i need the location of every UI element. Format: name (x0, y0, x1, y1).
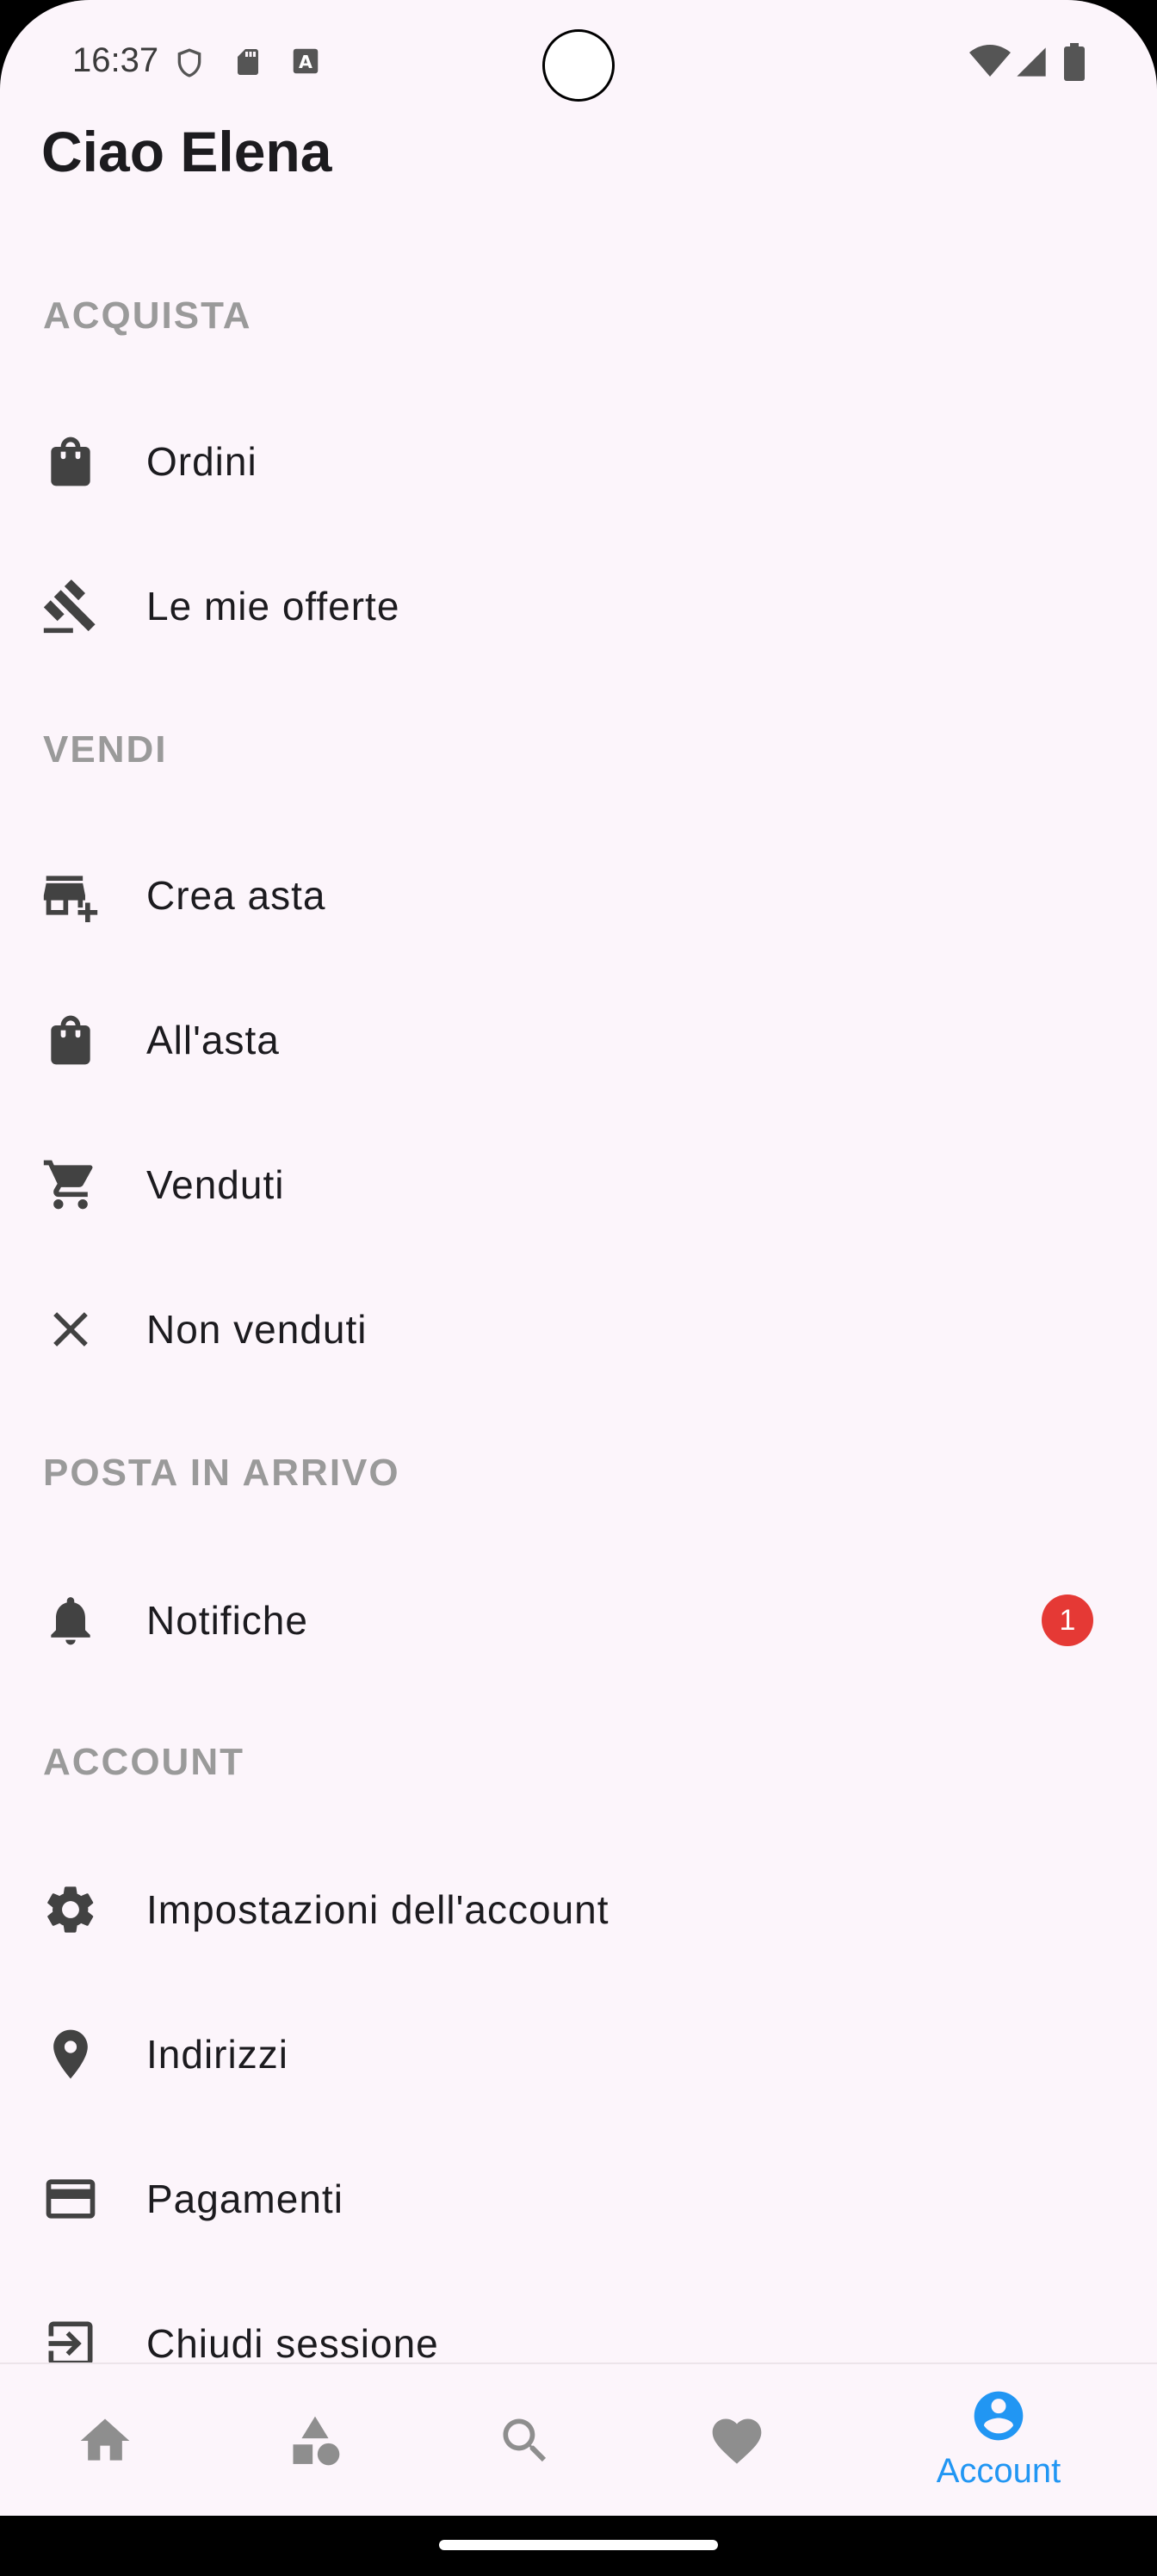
section-title-sell: VENDI (43, 728, 168, 771)
menu-item-label: Pagamenti (146, 2177, 343, 2221)
menu-item-label: Crea asta (146, 873, 326, 918)
nav-home[interactable] (28, 2364, 183, 2517)
menu-item-label: Non venduti (146, 1307, 368, 1352)
menu-item-label: Le mie offerte (146, 584, 400, 629)
nav-favorites[interactable] (659, 2364, 814, 2517)
menu-item-label: Impostazioni dell'account (146, 1887, 609, 1932)
menu-item-label: Venduti (146, 1162, 285, 1207)
menu-item-label: Indirizzi (146, 2032, 288, 2077)
bottom-navigation: Account (0, 2362, 1157, 2516)
close-icon (41, 1300, 100, 1359)
gesture-handle[interactable] (439, 2540, 718, 2550)
gear-icon (41, 1880, 100, 1939)
gavel-icon (41, 577, 100, 635)
menu-item-orders[interactable]: Ordini (0, 389, 1157, 534)
categories-icon (286, 2412, 344, 2470)
search-icon (496, 2412, 554, 2470)
section-title-inbox: POSTA IN ARRIVO (43, 1452, 400, 1494)
menu-item-unsold[interactable]: Non venduti (0, 1257, 1157, 1402)
app-screen: 16:37 A Ciao Elena ACQUISTA Ordini Le mi… (0, 0, 1157, 2576)
menu-item-label: Notifiche (146, 1598, 308, 1643)
menu-item-sold[interactable]: Venduti (0, 1112, 1157, 1257)
menu-item-label: Chiudi sessione (146, 2321, 439, 2366)
section-title-account: ACCOUNT (43, 1741, 244, 1783)
menu-item-payments[interactable]: Pagamenti (0, 2127, 1157, 2271)
menu-item-notifications[interactable]: Notifiche 1 (0, 1548, 1157, 1693)
keyboard-a-icon: A (289, 45, 322, 82)
location-pin-icon (41, 2025, 100, 2084)
svg-text:A: A (299, 52, 312, 72)
notification-count-badge: 1 (1042, 1595, 1093, 1646)
menu-item-label: All'asta (146, 1018, 280, 1062)
battery-icon (1064, 43, 1085, 85)
nav-search[interactable] (448, 2364, 603, 2517)
menu-item-addresses[interactable]: Indirizzi (0, 1982, 1157, 2127)
heart-icon (708, 2412, 766, 2470)
status-bar: 16:37 A (0, 0, 1157, 129)
shopping-bag-icon (41, 1011, 100, 1069)
home-icon (76, 2412, 134, 2470)
shield-icon (172, 45, 207, 85)
section-title-buy: ACQUISTA (43, 294, 252, 337)
menu-item-create-auction[interactable]: Crea asta (0, 823, 1157, 968)
camera-cutout (542, 29, 615, 102)
menu-item-account-settings[interactable]: Impostazioni dell'account (0, 1837, 1157, 1982)
wifi-icon (969, 43, 1011, 84)
nav-account-label: Account (936, 2452, 1061, 2490)
cellular-signal-icon (1014, 45, 1049, 84)
account-circle-icon (969, 2387, 1028, 2445)
nav-categories[interactable] (238, 2364, 393, 2517)
page-title: Ciao Elena (41, 120, 332, 183)
menu-item-label: Ordini (146, 439, 257, 484)
add-business-icon (41, 866, 100, 925)
status-time: 16:37 (72, 41, 159, 79)
sd-card-icon (232, 45, 263, 84)
credit-card-icon (41, 2170, 100, 2228)
shopping-cart-icon (41, 1155, 100, 1214)
menu-item-on-auction[interactable]: All'asta (0, 968, 1157, 1112)
menu-item-my-bids[interactable]: Le mie offerte (0, 534, 1157, 678)
shopping-bag-icon (41, 432, 100, 491)
bell-icon (41, 1591, 100, 1650)
nav-account[interactable]: Account (921, 2364, 1076, 2517)
